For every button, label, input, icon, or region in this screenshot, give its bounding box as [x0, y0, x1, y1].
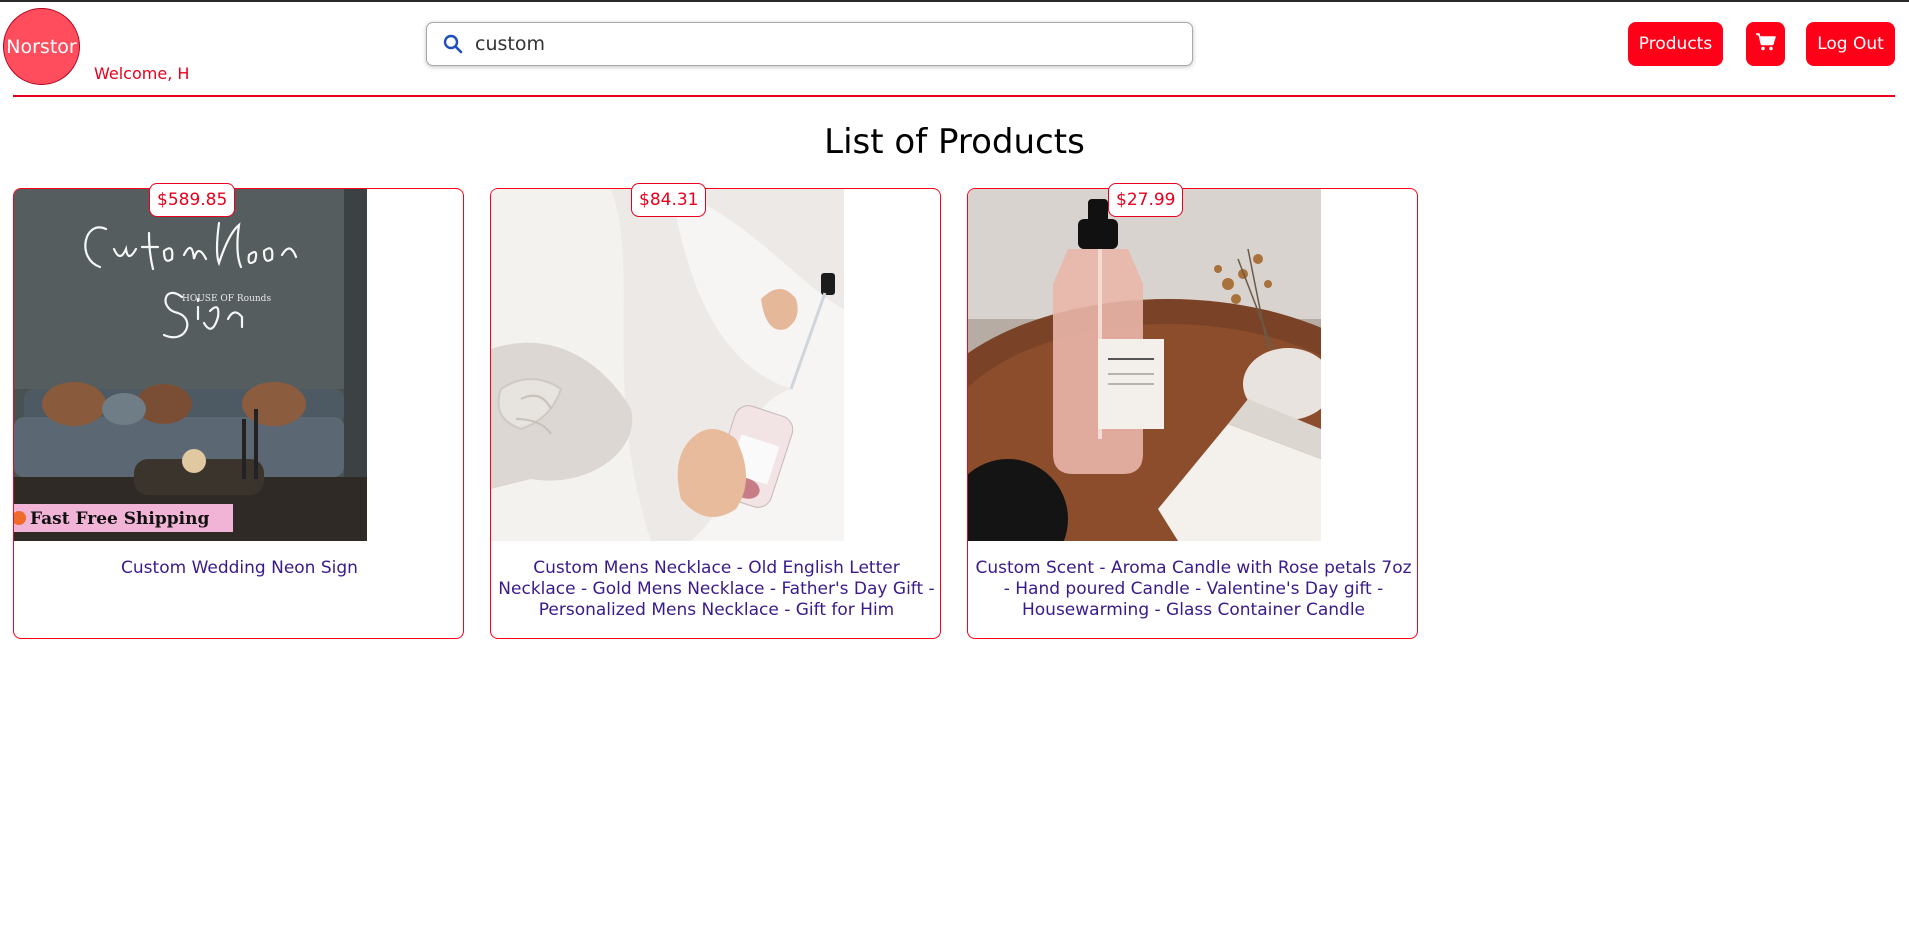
product-card[interactable]: $84.31 Custom Mens Necklace - Old Englis… — [490, 183, 942, 639]
product-name-link[interactable]: Custom Mens Necklace - Old English Lette… — [491, 558, 942, 621]
cart-icon — [1755, 32, 1777, 57]
logout-button-label: Log Out — [1817, 34, 1884, 54]
shipping-banner: Fast Free Shipping — [30, 509, 209, 529]
search-input[interactable] — [475, 33, 1175, 55]
price-badge: $27.99 — [1108, 183, 1184, 217]
svg-text:HOUSE OF Rounds: HOUSE OF Rounds — [182, 294, 271, 304]
products-button-label: Products — [1638, 34, 1713, 54]
product-image[interactable] — [968, 189, 1321, 541]
store-logo[interactable]: Norstor — [3, 8, 80, 85]
product-card[interactable]: $27.99 Custom Scent - Aroma Candle with … — [967, 183, 1419, 639]
products-button[interactable]: Products — [1628, 22, 1723, 66]
product-name-link[interactable]: Custom Wedding Neon Sign — [14, 558, 465, 579]
page-title: List of Products — [824, 122, 1085, 162]
product-name-link[interactable]: Custom Scent - Aroma Candle with Rose pe… — [968, 558, 1419, 621]
price-badge: $84.31 — [631, 183, 707, 217]
search-icon[interactable] — [443, 33, 465, 55]
logo-text: Norstor — [6, 35, 77, 58]
price-badge: $589.85 — [149, 183, 236, 217]
header-divider — [13, 95, 1895, 97]
search-bar[interactable] — [426, 22, 1193, 66]
product-image[interactable] — [491, 189, 844, 541]
welcome-message: Welcome, H — [94, 64, 190, 83]
logout-button[interactable]: Log Out — [1806, 22, 1895, 66]
product-card[interactable]: HOUSE OF Rounds Fast Free Shipping $589.… — [13, 183, 465, 639]
cart-button[interactable] — [1746, 22, 1785, 66]
product-image[interactable]: HOUSE OF Rounds Fast Free Shipping — [14, 189, 367, 541]
